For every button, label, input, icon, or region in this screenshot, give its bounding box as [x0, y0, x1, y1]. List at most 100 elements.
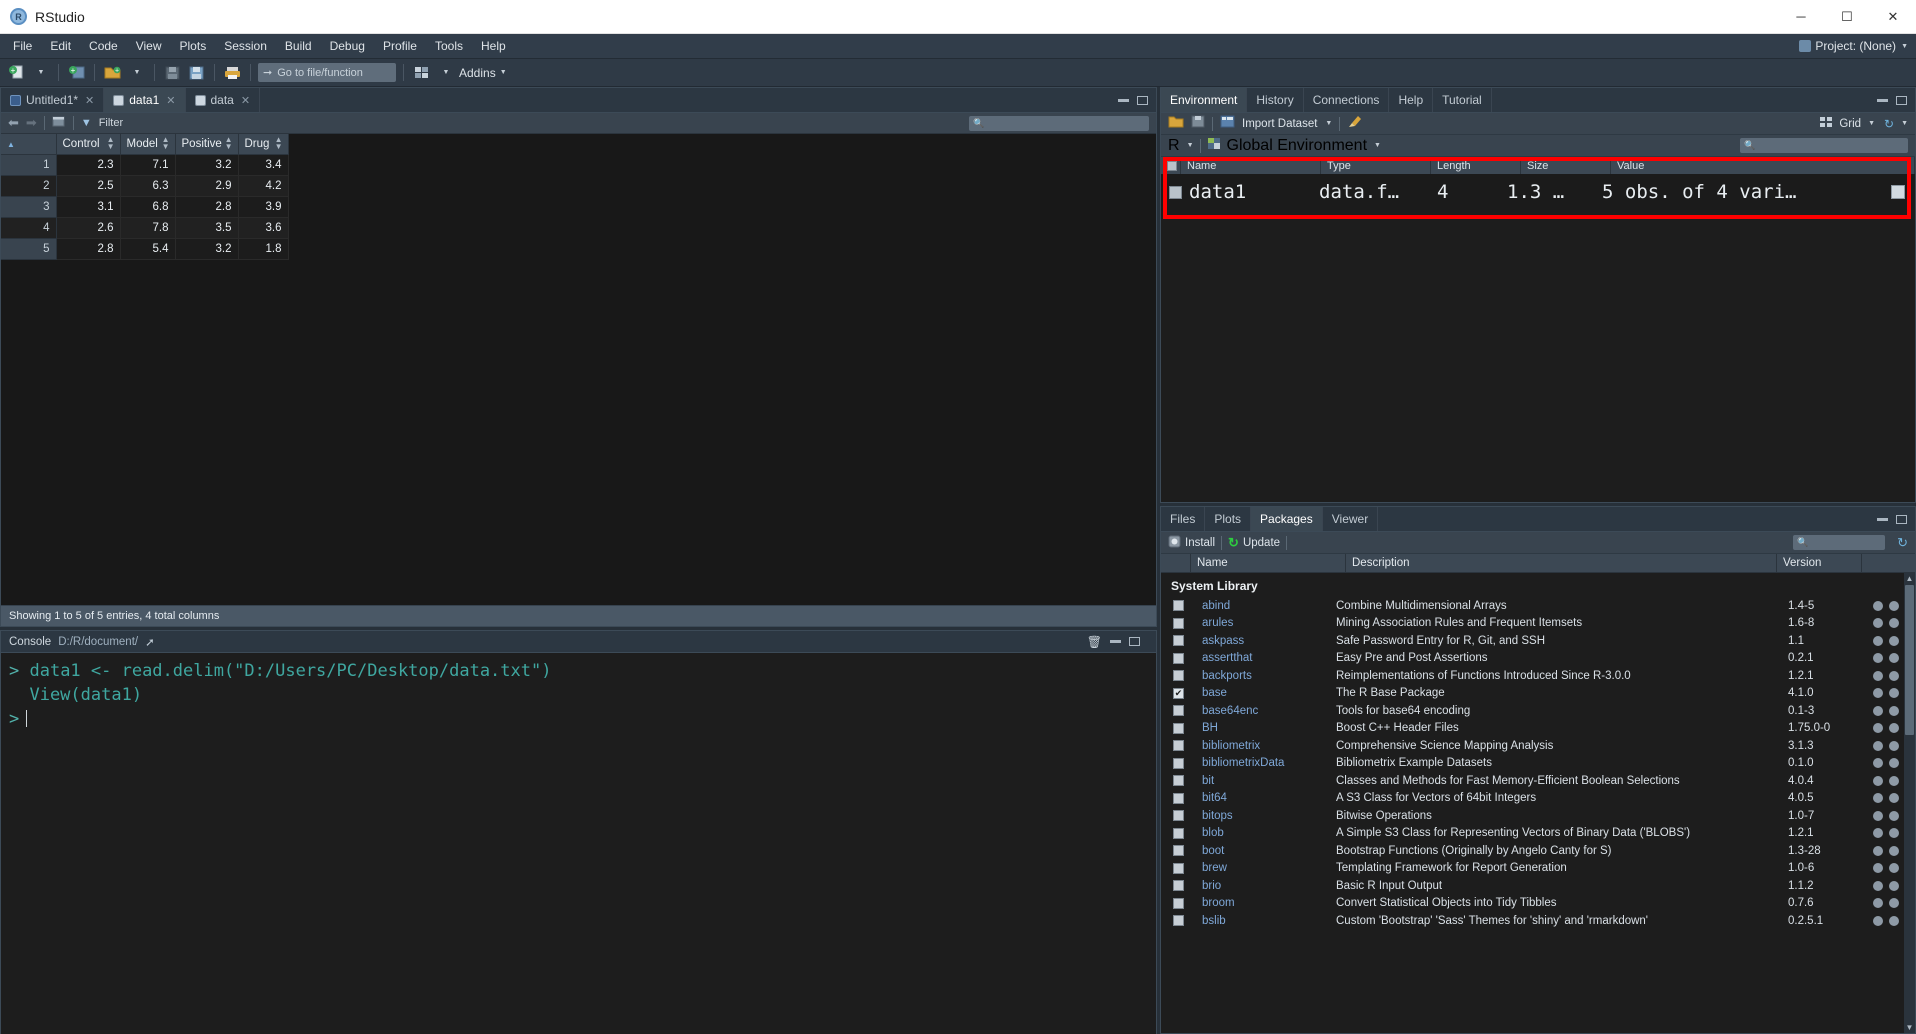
tab-connections[interactable]: Connections: [1304, 88, 1390, 112]
package-homepage-globe-icon[interactable]: [1873, 898, 1883, 908]
menu-plots[interactable]: Plots: [171, 36, 216, 56]
package-homepage-globe-icon[interactable]: [1873, 671, 1883, 681]
package-homepage-globe-icon[interactable]: [1873, 636, 1883, 646]
workspace-panes-dropdown[interactable]: ▼: [435, 63, 456, 83]
save-disk-icon[interactable]: [1191, 115, 1205, 133]
maximize-pane-icon[interactable]: [1129, 637, 1140, 646]
package-homepage-globe-icon[interactable]: [1873, 863, 1883, 873]
minimize-button[interactable]: ─: [1778, 0, 1824, 33]
package-row[interactable]: base64encTools for base64 encoding0.1-3: [1161, 702, 1915, 720]
open-folder-icon[interactable]: +: [102, 63, 123, 83]
package-checkbox[interactable]: [1173, 845, 1184, 856]
env-column-size[interactable]: Size: [1521, 157, 1611, 174]
maximize-pane-icon[interactable]: [1137, 96, 1148, 105]
chevron-down-icon[interactable]: ▼: [1374, 142, 1381, 149]
data-table-container[interactable]: ▲ Control ▲▼ Model ▲▼: [1, 134, 1156, 605]
package-homepage-globe-icon[interactable]: [1873, 688, 1883, 698]
package-checkbox[interactable]: [1173, 810, 1184, 821]
package-remove-icon[interactable]: [1889, 898, 1899, 908]
package-name-link[interactable]: bibliometrixData: [1184, 757, 1336, 769]
package-homepage-globe-icon[interactable]: [1873, 741, 1883, 751]
package-homepage-globe-icon[interactable]: [1873, 776, 1883, 786]
menu-tools[interactable]: Tools: [426, 36, 472, 56]
popout-arrow-icon[interactable]: ➚: [145, 635, 155, 649]
package-name-link[interactable]: bit64: [1184, 792, 1336, 804]
menu-help[interactable]: Help: [472, 36, 515, 56]
package-row[interactable]: BHBoost C++ Header Files1.75.0-0: [1161, 720, 1915, 738]
tab-environment[interactable]: Environment: [1161, 88, 1247, 112]
arrow-left-icon[interactable]: ⬅: [8, 115, 19, 131]
package-remove-icon[interactable]: [1889, 828, 1899, 838]
package-remove-icon[interactable]: [1889, 671, 1899, 681]
goto-file-function-input[interactable]: ➞ Go to file/function: [258, 63, 396, 82]
env-column-type[interactable]: Type: [1321, 157, 1431, 174]
package-remove-icon[interactable]: [1889, 601, 1899, 611]
data-viewer-search-input[interactable]: 🔍: [969, 116, 1149, 131]
package-name-link[interactable]: base64enc: [1184, 705, 1336, 717]
table-row[interactable]: 3 3.1 6.8 2.8 3.9: [1, 197, 288, 218]
menu-edit[interactable]: Edit: [41, 36, 80, 56]
minimize-pane-icon[interactable]: [1877, 518, 1888, 521]
minimize-pane-icon[interactable]: [1118, 99, 1129, 102]
open-folder-icon[interactable]: [1168, 115, 1184, 133]
package-name-link[interactable]: backports: [1184, 670, 1336, 682]
package-remove-icon[interactable]: [1889, 636, 1899, 646]
expand-box-icon[interactable]: [1891, 185, 1905, 199]
tab-history[interactable]: History: [1247, 88, 1303, 112]
package-checkbox[interactable]: [1173, 863, 1184, 874]
column-header-positive[interactable]: Positive ▲▼: [175, 134, 238, 155]
package-row[interactable]: brewTemplating Framework for Report Gene…: [1161, 860, 1915, 878]
package-row[interactable]: bit64A S3 Class for Vectors of 64bit Int…: [1161, 790, 1915, 808]
sort-icon[interactable]: ▲▼: [275, 137, 283, 151]
broom-clear-icon[interactable]: [1347, 115, 1362, 133]
package-homepage-globe-icon[interactable]: [1873, 706, 1883, 716]
package-name-link[interactable]: assertthat: [1184, 652, 1336, 664]
tab-files[interactable]: Files: [1161, 507, 1205, 531]
new-file-icon[interactable]: +: [6, 63, 27, 83]
package-checkbox[interactable]: [1173, 775, 1184, 786]
tab-data[interactable]: data ✕: [186, 88, 261, 112]
package-remove-icon[interactable]: [1889, 846, 1899, 856]
tab-data1[interactable]: data1 ✕: [104, 88, 185, 112]
menu-build[interactable]: Build: [276, 36, 321, 56]
row-checkbox[interactable]: [1169, 186, 1182, 199]
packages-scrollbar[interactable]: ▲ ▼: [1904, 573, 1915, 1033]
workspace-panes-icon[interactable]: [411, 63, 432, 83]
minimize-pane-icon[interactable]: [1110, 640, 1121, 643]
package-checkbox[interactable]: [1173, 880, 1184, 891]
menu-view[interactable]: View: [127, 36, 171, 56]
tab-help[interactable]: Help: [1389, 88, 1433, 112]
chevron-down-icon[interactable]: ▼: [1901, 120, 1908, 127]
package-row[interactable]: bitClasses and Methods for Fast Memory-E…: [1161, 772, 1915, 790]
console-output[interactable]: > data1 <- read.delim("D:/Users/PC/Deskt…: [1, 653, 1156, 1034]
package-remove-icon[interactable]: [1889, 776, 1899, 786]
console-working-directory[interactable]: D:/R/document/: [58, 636, 138, 648]
open-folder-dropdown[interactable]: ▼: [126, 63, 147, 83]
package-checkbox[interactable]: [1173, 653, 1184, 664]
package-remove-icon[interactable]: [1889, 758, 1899, 768]
pkg-column-description[interactable]: Description: [1346, 554, 1777, 572]
package-homepage-globe-icon[interactable]: [1873, 793, 1883, 803]
column-header-drug[interactable]: Drug ▲▼: [238, 134, 288, 155]
package-name-link[interactable]: base: [1184, 687, 1336, 699]
global-environment-label[interactable]: Global Environment: [1227, 137, 1368, 155]
table-row[interactable]: 5 2.8 5.4 3.2 1.8: [1, 239, 288, 260]
console-title[interactable]: Console: [9, 636, 51, 648]
package-checkbox[interactable]: [1173, 740, 1184, 751]
broom-clear-icon[interactable]: 🗑: [1087, 635, 1102, 649]
package-checkbox[interactable]: [1173, 635, 1184, 646]
save-all-icon[interactable]: [186, 63, 207, 83]
package-homepage-globe-icon[interactable]: [1873, 723, 1883, 733]
package-homepage-globe-icon[interactable]: [1873, 881, 1883, 891]
column-header-control[interactable]: Control ▲▼: [56, 134, 120, 155]
package-homepage-globe-icon[interactable]: [1873, 846, 1883, 856]
env-column-name[interactable]: Name: [1181, 157, 1321, 174]
package-remove-icon[interactable]: [1889, 793, 1899, 803]
package-name-link[interactable]: bitops: [1184, 810, 1336, 822]
pkg-column-name[interactable]: Name: [1191, 554, 1346, 572]
tab-packages[interactable]: Packages: [1251, 507, 1323, 531]
package-remove-icon[interactable]: [1889, 811, 1899, 821]
menu-debug[interactable]: Debug: [321, 36, 374, 56]
pkg-column-version[interactable]: Version: [1777, 554, 1862, 572]
package-row[interactable]: broomConvert Statistical Objects into Ti…: [1161, 895, 1915, 913]
